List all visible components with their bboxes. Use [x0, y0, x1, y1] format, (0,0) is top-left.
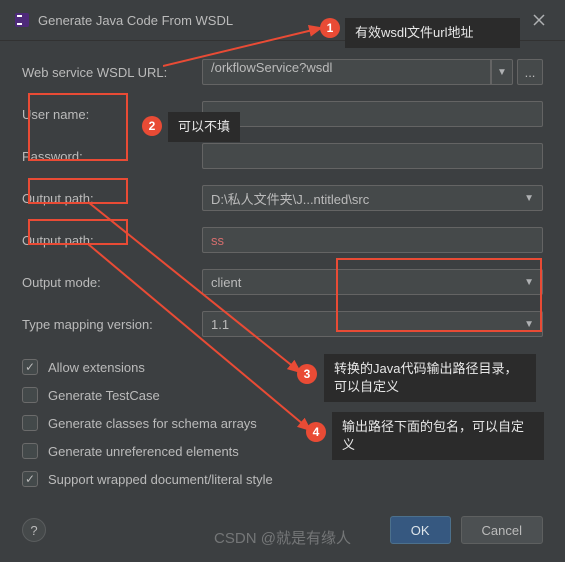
cancel-button[interactable]: Cancel — [461, 516, 543, 544]
output-mode-label: Output mode: — [22, 275, 202, 290]
checkbox-icon — [22, 359, 38, 375]
close-button[interactable] — [527, 8, 551, 32]
password-input[interactable] — [202, 143, 543, 169]
annotation-number-3: 3 — [297, 364, 317, 384]
history-dropdown-button[interactable]: ▼ — [491, 59, 513, 85]
output-path1-label: Output path: — [22, 191, 202, 206]
check-label: Support wrapped document/literal style — [48, 472, 273, 487]
checkbox-icon — [22, 387, 38, 403]
annotation-number-2: 2 — [142, 116, 162, 136]
wsdl-url-label: Web service WSDL URL: — [22, 65, 202, 80]
dialog-footer: ? OK Cancel — [0, 516, 565, 544]
wsdl-url-input[interactable]: /orkflowService?wsdl — [202, 59, 491, 85]
annotation-number-1: 1 — [320, 18, 340, 38]
help-button[interactable]: ? — [22, 518, 46, 542]
output-path1-value: D:\私人文件夹\J...ntitled\src — [211, 189, 369, 208]
chevron-down-icon: ▼ — [524, 193, 534, 204]
ok-button[interactable]: OK — [390, 516, 451, 544]
checkbox-icon — [22, 471, 38, 487]
chevron-down-icon: ▼ — [524, 319, 534, 330]
browse-button[interactable]: ... — [517, 59, 543, 85]
annotation-text-4: 输出路径下面的包名，可以自定义 — [332, 412, 544, 460]
intellij-icon — [14, 12, 30, 28]
type-mapping-value: 1.1 — [211, 317, 229, 332]
checkbox-icon — [22, 443, 38, 459]
type-mapping-label: Type mapping version: — [22, 317, 202, 332]
output-path2-input[interactable]: ss — [202, 227, 543, 253]
password-label: Password: — [22, 149, 202, 164]
check-label: Allow extensions — [48, 360, 145, 375]
chevron-down-icon: ▼ — [497, 67, 507, 78]
annotation-text-1: 有效wsdl文件url地址 — [345, 18, 520, 48]
checkbox-icon — [22, 415, 38, 431]
annotation-text-2: 可以不填 — [168, 112, 240, 142]
check-label: Generate TestCase — [48, 388, 160, 403]
check-label: Generate unreferenced elements — [48, 444, 239, 459]
username-input[interactable] — [202, 101, 543, 127]
output-mode-select[interactable]: client ▼ — [202, 269, 543, 295]
chevron-down-icon: ▼ — [524, 277, 534, 288]
output-path2-value: ss — [211, 233, 224, 248]
annotation-text-3: 转换的Java代码输出路径目录，可以自定义 — [324, 354, 536, 402]
output-mode-value: client — [211, 275, 241, 290]
output-path1-select[interactable]: D:\私人文件夹\J...ntitled\src ▼ — [202, 185, 543, 211]
output-path2-label: Output path: — [22, 233, 202, 248]
type-mapping-select[interactable]: 1.1 ▼ — [202, 311, 543, 337]
check-support-wrapped[interactable]: Support wrapped document/literal style — [22, 465, 543, 493]
check-label: Generate classes for schema arrays — [48, 416, 257, 431]
annotation-number-4: 4 — [306, 422, 326, 442]
